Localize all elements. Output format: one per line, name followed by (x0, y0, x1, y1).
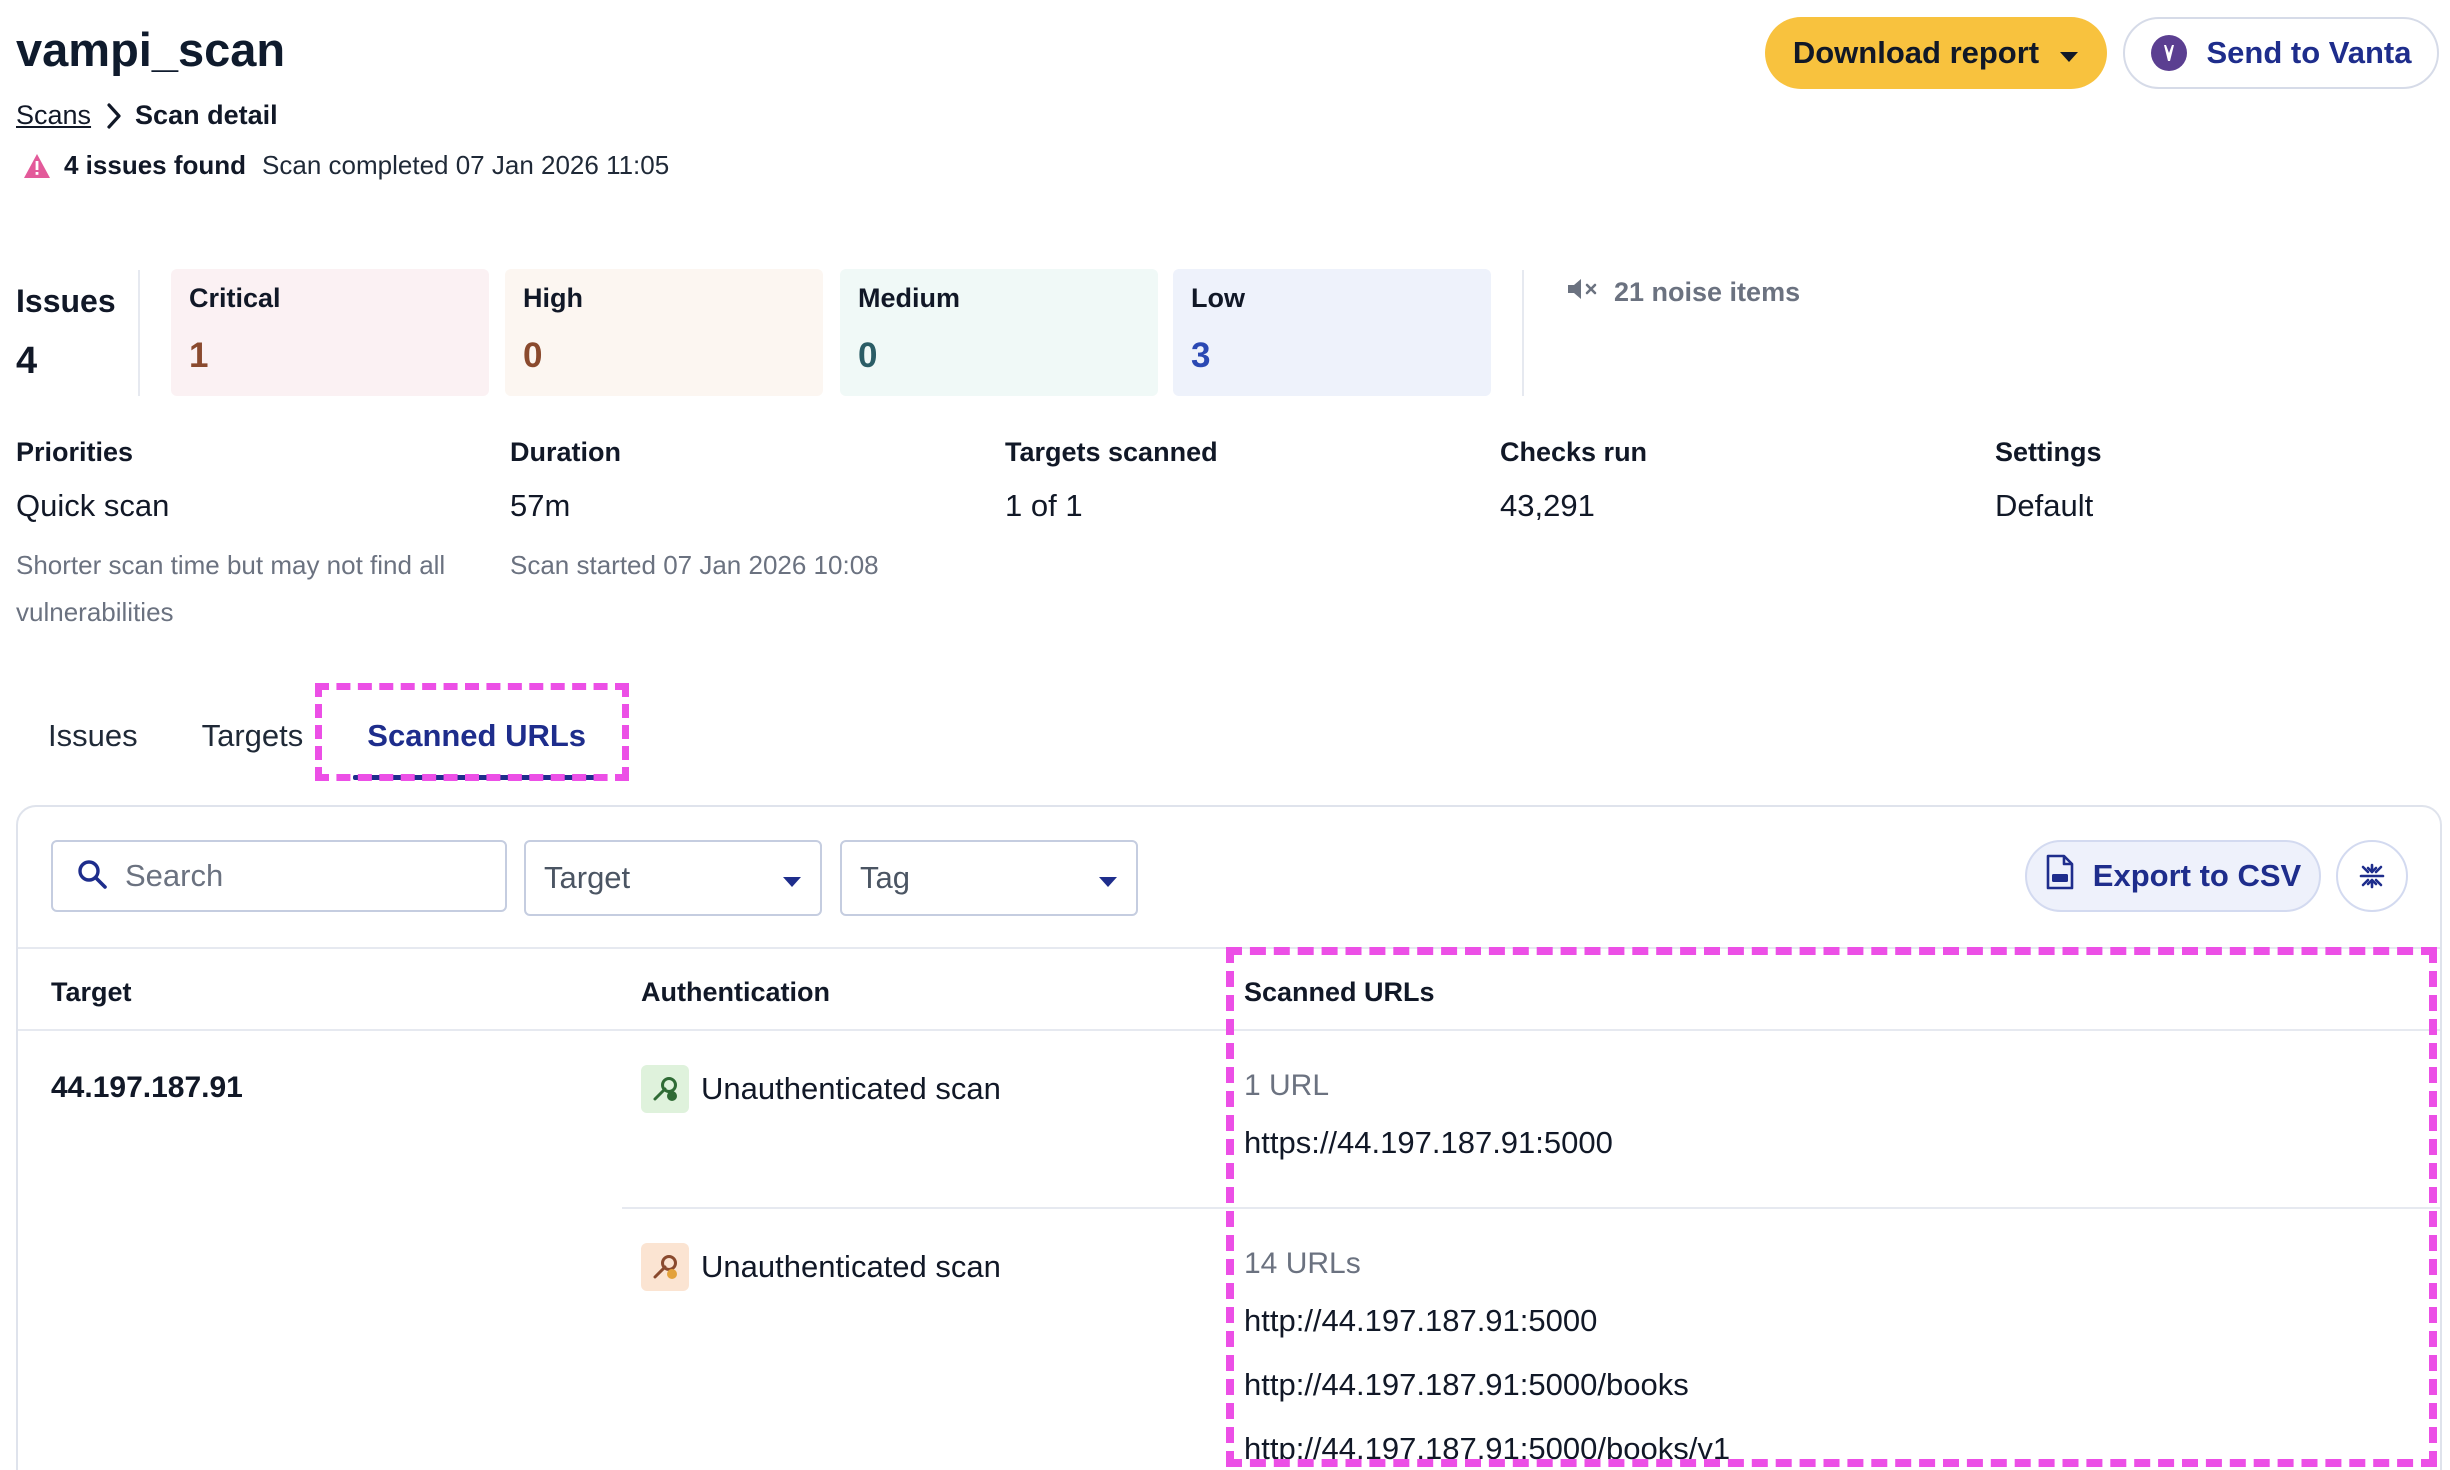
page-title: vampi_scan (16, 23, 286, 76)
meta-value: Quick scan (16, 488, 170, 523)
severity-label: Critical (189, 283, 281, 313)
scanned-url[interactable]: http://44.197.187.91:5000/books (1244, 1367, 1730, 1403)
export-csv-button[interactable]: Export to CSV (2025, 840, 2321, 912)
issues-total: Issues 4 (16, 283, 116, 383)
scan-status: 4 issues found Scan completed 07 Jan 202… (22, 150, 669, 181)
meta-label: Settings (1995, 437, 2102, 467)
warning-icon (22, 152, 52, 180)
search-input[interactable] (125, 858, 485, 894)
severity-count: 1 (189, 336, 209, 375)
unauthenticated-scan-icon (641, 1065, 689, 1113)
divider (18, 947, 2440, 949)
meta-targets: Targets scanned 1 of 1 (1005, 437, 1475, 524)
severity-low-card[interactable]: Low 3 (1173, 269, 1491, 396)
send-to-vanta-label: Send to Vanta (2206, 35, 2412, 70)
table-row: Unauthenticated scan (641, 1243, 1001, 1291)
meta-label: Duration (510, 437, 621, 467)
noise-items-link[interactable]: 21 noise items (1566, 276, 1800, 309)
severity-label: Medium (858, 283, 961, 313)
search-box[interactable] (51, 840, 507, 912)
severity-count: 0 (858, 336, 878, 375)
caret-down-icon (1098, 860, 1118, 896)
breadcrumb: Scans Scan detail (16, 100, 278, 131)
meta-value: Default (1995, 488, 2094, 523)
scanned-urls-panel: Target Tag Export to CSV Target Authenti… (16, 805, 2442, 1470)
divider (622, 1207, 2440, 1209)
tab-issues[interactable]: Issues (16, 700, 170, 780)
issues-total-count: 4 (16, 340, 38, 382)
caret-down-icon (782, 860, 802, 896)
issues-found-text: 4 issues found (64, 150, 247, 180)
scan-completed-text: Scan completed 07 Jan 2026 11:05 (262, 150, 670, 180)
authentication-label: Unauthenticated scan (701, 1249, 1001, 1284)
noise-items-text: 21 noise items (1614, 277, 1801, 307)
table-row: Unauthenticated scan (641, 1065, 1001, 1113)
caret-down-icon (2059, 35, 2079, 71)
meta-value: 43,291 (1500, 488, 1595, 523)
scanned-urls-cell: 1 URL https://44.197.187.91:5000 (1244, 1069, 1613, 1161)
breadcrumb-current: Scan detail (135, 100, 278, 130)
target-cell: 44.197.187.91 (51, 1071, 243, 1104)
column-header-authentication: Authentication (641, 977, 830, 1007)
severity-high-card[interactable]: High 0 (505, 269, 823, 396)
issues-total-label: Issues (16, 283, 116, 319)
tag-filter-label: Tag (860, 860, 910, 895)
target-filter-select[interactable]: Target (524, 840, 822, 916)
tag-filter-select[interactable]: Tag (840, 840, 1138, 916)
meta-checks: Checks run 43,291 (1500, 437, 1970, 524)
meta-value: 57m (510, 488, 571, 523)
severity-critical-card[interactable]: Critical 1 (171, 269, 489, 396)
meta-label: Checks run (1500, 437, 1648, 467)
severity-label: High (523, 283, 583, 313)
severity-count: 0 (523, 336, 543, 375)
severity-label: Low (1191, 283, 1245, 313)
divider (18, 1029, 2440, 1031)
meta-label: Targets scanned (1005, 437, 1218, 467)
search-icon (77, 859, 107, 894)
meta-settings: Settings Default (1995, 437, 2450, 524)
meta-value: 1 of 1 (1005, 488, 1083, 523)
divider (1522, 270, 1524, 396)
mute-icon (1566, 276, 1600, 309)
export-csv-label: Export to CSV (2092, 858, 2302, 893)
download-report-label: Download report (1792, 35, 2040, 70)
url-count: 1 URL (1244, 1069, 1330, 1102)
chevron-right-icon (105, 102, 123, 130)
unauthenticated-scan-icon (641, 1243, 689, 1291)
tab-scanned-urls[interactable]: Scanned URLs (335, 700, 618, 780)
url-count: 14 URLs (1244, 1247, 1361, 1280)
column-header-target: Target (51, 977, 132, 1007)
tab-bar: Issues Targets Scanned URLs (16, 700, 618, 780)
meta-sub: Scan started 07 Jan 2026 10:08 (510, 550, 879, 580)
scanned-url[interactable]: https://44.197.187.91:5000 (1244, 1125, 1613, 1161)
download-report-button[interactable]: Download report (1765, 17, 2107, 89)
divider (138, 270, 140, 396)
vanta-logo-icon (2150, 35, 2187, 71)
meta-label: Priorities (16, 437, 134, 467)
scanned-urls-cell: 14 URLs http://44.197.187.91:5000 http:/… (1244, 1247, 1730, 1467)
meta-priorities: Priorities Quick scan Shorter scan time … (16, 437, 486, 636)
breadcrumb-scans-link[interactable]: Scans (16, 100, 91, 131)
tab-targets[interactable]: Targets (170, 700, 336, 780)
scanned-url[interactable]: http://44.197.187.91:5000/books/v1 (1244, 1431, 1730, 1467)
send-to-vanta-button[interactable]: Send to Vanta (2123, 17, 2439, 89)
severity-medium-card[interactable]: Medium 0 (840, 269, 1158, 396)
severity-count: 3 (1191, 336, 1211, 375)
target-filter-label: Target (544, 860, 631, 895)
column-header-scanned-urls: Scanned URLs (1244, 977, 1435, 1007)
csv-file-icon (2045, 854, 2075, 898)
meta-duration: Duration 57m Scan started 07 Jan 2026 10… (510, 437, 980, 589)
scanned-url[interactable]: http://44.197.187.91:5000 (1244, 1303, 1730, 1339)
authentication-label: Unauthenticated scan (701, 1071, 1001, 1106)
meta-sub: Shorter scan time but may not find all v… (16, 550, 446, 627)
collapse-icon[interactable] (2336, 840, 2408, 912)
